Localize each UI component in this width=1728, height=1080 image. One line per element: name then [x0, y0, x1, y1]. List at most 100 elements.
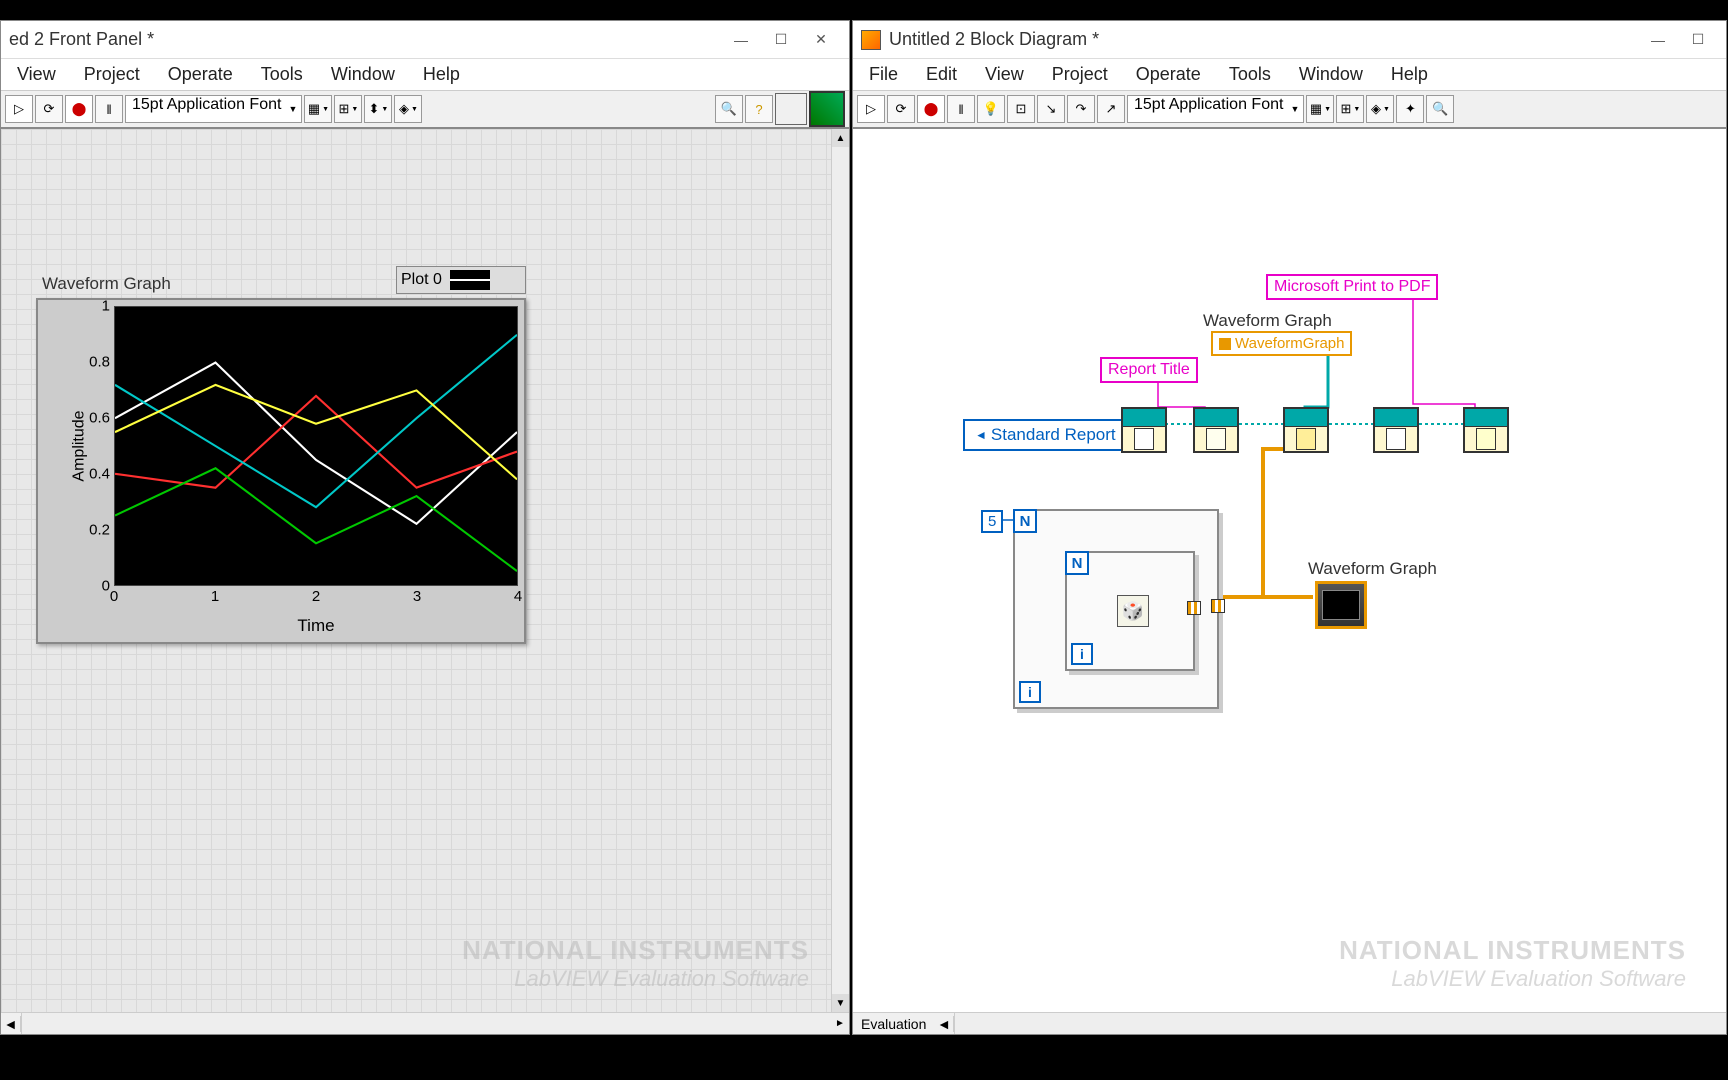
window-title: ed 2 Front Panel * [9, 29, 721, 50]
auto-index-tunnel[interactable] [1211, 599, 1225, 613]
menu-edit[interactable]: Edit [914, 60, 969, 89]
run-button[interactable]: ▷ [857, 95, 885, 123]
numeric-constant-loop-count[interactable]: 5 [981, 510, 1003, 533]
y-tick: 0.6 [89, 410, 110, 427]
vi-set-title[interactable] [1193, 407, 1239, 453]
menu-file[interactable]: File [857, 60, 910, 89]
waveform-graph-terminal[interactable] [1315, 581, 1367, 629]
string-constant-printer[interactable]: Microsoft Print to PDF [1266, 274, 1438, 300]
y-axis: Amplitude 1 0.8 0.6 0.4 0.2 0 [44, 306, 114, 586]
status-text: Evaluation [853, 1016, 934, 1032]
pause-button[interactable]: ‖ [947, 95, 975, 123]
vi-dispose-report[interactable] [1463, 407, 1509, 453]
reorder-button[interactable]: ◈ [1366, 95, 1394, 123]
resize-button[interactable]: ⬍ [364, 95, 392, 123]
distribute-button[interactable]: ⊞ [1336, 95, 1364, 123]
scroll-left-icon[interactable]: ◄ [1, 1016, 21, 1032]
string-constant-title[interactable]: Report Title [1100, 357, 1198, 383]
titlebar[interactable]: Untitled 2 Block Diagram * — ☐ [853, 21, 1726, 59]
horizontal-scrollbar[interactable] [954, 1013, 1726, 1034]
font-selector[interactable]: 15pt Application Font [1127, 95, 1304, 123]
toolbar: ▷ ⟳ ⬤ ‖ 15pt Application Font ▦ ⊞ ⬍ ◈ 🔍 … [1, 91, 849, 129]
reorder-button[interactable]: ◈ [394, 95, 422, 123]
window-title: Untitled 2 Block Diagram * [889, 29, 1638, 50]
y-axis-label: Amplitude [71, 410, 89, 481]
outer-for-loop[interactable]: N i N i 🎲 [1013, 509, 1219, 709]
loop-i-terminal[interactable]: i [1019, 681, 1041, 703]
search-button[interactable]: 🔍 [1426, 95, 1454, 123]
titlebar[interactable]: ed 2 Front Panel * — ☐ ✕ [1, 21, 849, 59]
scroll-down-icon[interactable]: ▼ [832, 994, 849, 1012]
retain-wire-button[interactable]: ⊡ [1007, 95, 1035, 123]
maximize-button[interactable]: ☐ [761, 26, 801, 54]
menu-tools[interactable]: Tools [249, 60, 315, 89]
random-number-node[interactable]: 🎲 [1117, 595, 1149, 627]
vi-print-report[interactable] [1373, 407, 1419, 453]
enum-constant-report-type[interactable]: Standard Report [963, 419, 1144, 451]
scroll-left-icon[interactable]: ◄ [934, 1016, 954, 1032]
highlight-button[interactable]: 💡 [977, 95, 1005, 123]
vertical-scrollbar[interactable]: ▲ ▼ [831, 129, 849, 1012]
menu-view[interactable]: View [5, 60, 68, 89]
x-tick: 2 [312, 588, 320, 605]
menu-project[interactable]: Project [72, 60, 152, 89]
toolbar: ▷ ⟳ ⬤ ‖ 💡 ⊡ ↘ ↷ ↗ 15pt Application Font … [853, 91, 1726, 129]
watermark: NATIONAL INSTRUMENTS LabVIEW Evaluation … [462, 935, 809, 992]
search-button[interactable]: 🔍 [715, 95, 743, 123]
plot-area[interactable] [114, 306, 518, 586]
waveform-graph-control[interactable]: Waveform Graph Plot 0 Amplitude 1 0.8 0.… [36, 274, 526, 644]
minimize-button[interactable]: — [1638, 26, 1678, 54]
menu-window[interactable]: Window [1287, 60, 1375, 89]
icon-editor-button[interactable] [809, 91, 845, 127]
menu-operate[interactable]: Operate [156, 60, 245, 89]
y-tick: 0 [102, 578, 110, 595]
close-button[interactable]: ✕ [801, 26, 841, 54]
x-tick: 1 [211, 588, 219, 605]
menu-operate[interactable]: Operate [1124, 60, 1213, 89]
menu-help[interactable]: Help [411, 60, 472, 89]
plot-legend[interactable]: Plot 0 [396, 266, 526, 294]
menu-window[interactable]: Window [319, 60, 407, 89]
align-button[interactable]: ▦ [1306, 95, 1334, 123]
run-continuous-button[interactable]: ⟳ [887, 95, 915, 123]
run-button[interactable]: ▷ [5, 95, 33, 123]
loop-n-terminal[interactable]: N [1065, 551, 1089, 575]
ref-icon [1219, 338, 1231, 350]
help-button[interactable]: ? [745, 95, 773, 123]
distribute-button[interactable]: ⊞ [334, 95, 362, 123]
plot-legend-label: Plot 0 [401, 271, 442, 289]
front-panel-canvas[interactable]: Waveform Graph Plot 0 Amplitude 1 0.8 0.… [1, 129, 849, 1012]
maximize-button[interactable]: ☐ [1678, 26, 1718, 54]
horizontal-scrollbar[interactable]: ► [21, 1013, 849, 1034]
font-selector[interactable]: 15pt Application Font [125, 95, 302, 123]
menu-tools[interactable]: Tools [1217, 60, 1283, 89]
abort-button[interactable]: ⬤ [65, 95, 93, 123]
grid-icon[interactable] [775, 93, 807, 125]
loop-i-terminal[interactable]: i [1071, 643, 1093, 665]
control-reference[interactable]: WaveformGraph [1211, 331, 1352, 356]
abort-button[interactable]: ⬤ [917, 95, 945, 123]
align-button[interactable]: ▦ [304, 95, 332, 123]
cleanup-button[interactable]: ✦ [1396, 95, 1424, 123]
loop-n-terminal[interactable]: N [1013, 509, 1037, 533]
vi-new-report[interactable] [1121, 407, 1167, 453]
vi-append-control[interactable] [1283, 407, 1329, 453]
block-diagram-canvas[interactable]: Microsoft Print to PDF Waveform Graph Wa… [853, 129, 1726, 1012]
menu-help[interactable]: Help [1379, 60, 1440, 89]
y-tick: 0.2 [89, 522, 110, 539]
menubar: View Project Operate Tools Window Help [1, 59, 849, 91]
minimize-button[interactable]: — [721, 26, 761, 54]
menu-project[interactable]: Project [1040, 60, 1120, 89]
step-over-button[interactable]: ↷ [1067, 95, 1095, 123]
scroll-right-icon[interactable]: ► [831, 1013, 849, 1034]
menu-view[interactable]: View [973, 60, 1036, 89]
scroll-up-icon[interactable]: ▲ [832, 129, 849, 147]
run-continuous-button[interactable]: ⟳ [35, 95, 63, 123]
pause-button[interactable]: ‖ [95, 95, 123, 123]
step-into-button[interactable]: ↘ [1037, 95, 1065, 123]
inner-for-loop[interactable]: N i 🎲 [1065, 551, 1195, 671]
block-diagram-window: Untitled 2 Block Diagram * — ☐ File Edit… [852, 20, 1727, 1035]
step-out-button[interactable]: ↗ [1097, 95, 1125, 123]
auto-index-tunnel[interactable] [1187, 601, 1201, 615]
graph-icon [1322, 590, 1360, 620]
